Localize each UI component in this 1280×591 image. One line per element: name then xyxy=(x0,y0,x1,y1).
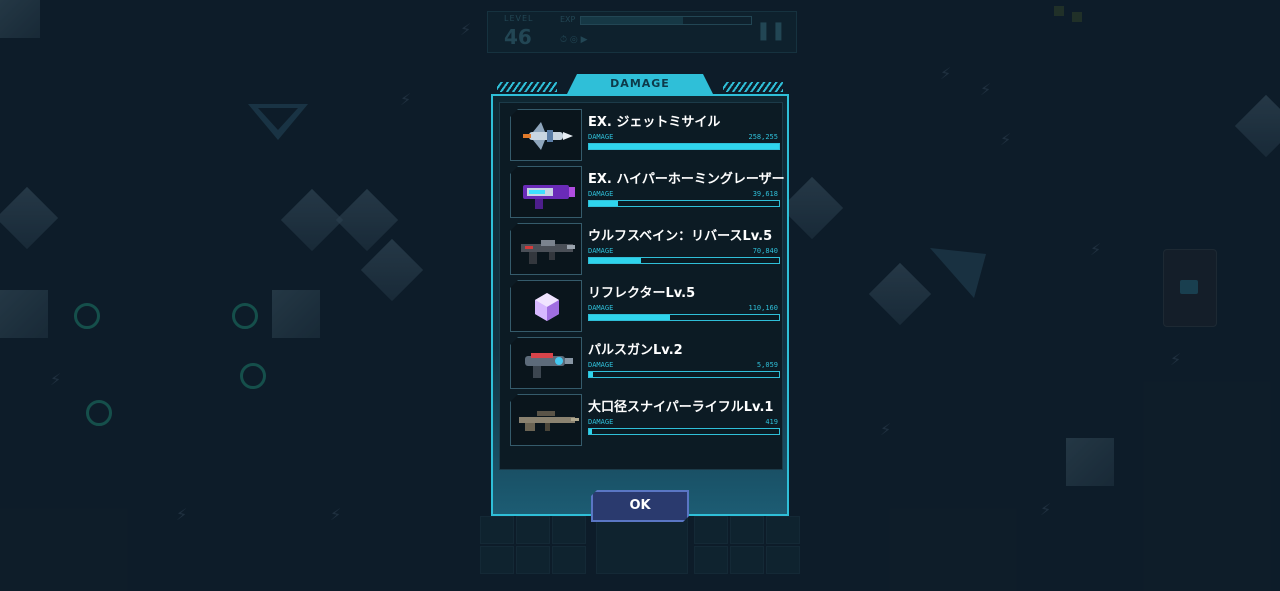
pulse-gun-icon xyxy=(525,353,573,378)
weapon-name: ウルフスベイン：リバースLv.5 xyxy=(588,229,773,244)
damage-label: DAMAGE xyxy=(588,418,614,426)
damage-bar xyxy=(588,428,780,435)
damage-value: 419 xyxy=(765,418,778,426)
dialog-title: DAMAGE xyxy=(610,77,670,90)
weapon-thumbnail xyxy=(510,394,582,446)
ok-button[interactable]: OK xyxy=(591,490,689,522)
weapon-thumbnail xyxy=(510,166,582,218)
weapon-name: EX. ジェットミサイル xyxy=(588,115,721,130)
weapon-name: パルスガンLv.2 xyxy=(588,343,683,358)
damage-value: 5,059 xyxy=(756,361,778,369)
title-stripes-left xyxy=(497,82,557,92)
damage-bar-fill xyxy=(589,372,593,377)
damage-bar xyxy=(588,200,780,207)
damage-row: ウルフスベイン：リバースLv.5 DAMAGE 70,840 xyxy=(504,223,782,277)
weapon-name: 大口径スナイパーライフルLv.1 xyxy=(588,400,774,415)
damage-bar-fill xyxy=(589,201,619,206)
sniper-rifle-icon xyxy=(519,411,579,431)
damage-row: リフレクターLv.5 DAMAGE 110,160 xyxy=(504,280,782,334)
damage-value: 70,840 xyxy=(752,247,778,255)
title-stripes-right xyxy=(723,82,783,92)
damage-bar xyxy=(588,143,780,150)
dialog-frame: EX. ジェットミサイル DAMAGE 258,255 EX. ハイパーホーミン xyxy=(491,94,789,516)
damage-row: パルスガンLv.2 DAMAGE 5,059 xyxy=(504,337,782,391)
damage-row: EX. ハイパーホーミングレーザー DAMAGE 39,618 xyxy=(504,166,785,220)
damage-bar-fill xyxy=(589,429,592,434)
damage-value: 258,255 xyxy=(748,133,778,141)
damage-value: 110,160 xyxy=(748,304,778,312)
jet-missile-icon xyxy=(523,122,573,150)
damage-dialog: DAMAGE EX. ジェットミサイル DAMAGE 258,255 EX. ハ… xyxy=(491,74,789,516)
damage-bar xyxy=(588,257,780,264)
damage-bar xyxy=(588,371,780,378)
homing-laser-gun-icon xyxy=(523,185,575,209)
damage-bar-fill xyxy=(589,144,779,149)
damage-bar xyxy=(588,314,780,321)
damage-label: DAMAGE xyxy=(588,133,614,141)
weapon-name: リフレクターLv.5 xyxy=(588,286,696,301)
damage-bar-fill xyxy=(589,258,642,263)
damage-label: DAMAGE xyxy=(588,247,614,255)
weapon-name: EX. ハイパーホーミングレーザー xyxy=(588,172,785,187)
reflector-cube-icon xyxy=(535,293,559,321)
damage-label: DAMAGE xyxy=(588,190,614,198)
weapon-thumbnail xyxy=(510,109,582,161)
damage-value: 39,618 xyxy=(752,190,778,198)
damage-list: EX. ジェットミサイル DAMAGE 258,255 EX. ハイパーホーミン xyxy=(499,102,785,470)
wolfsbane-rifle-icon xyxy=(521,240,575,264)
damage-label: DAMAGE xyxy=(588,304,614,312)
weapon-thumbnail xyxy=(510,280,582,332)
damage-label: DAMAGE xyxy=(588,361,614,369)
damage-row: 大口径スナイパーライフルLv.1 DAMAGE 419 xyxy=(504,394,782,448)
damage-row: EX. ジェットミサイル DAMAGE 258,255 xyxy=(504,109,782,163)
damage-bar-fill xyxy=(589,315,671,320)
weapon-thumbnail xyxy=(510,223,582,275)
weapon-thumbnail xyxy=(510,337,582,389)
